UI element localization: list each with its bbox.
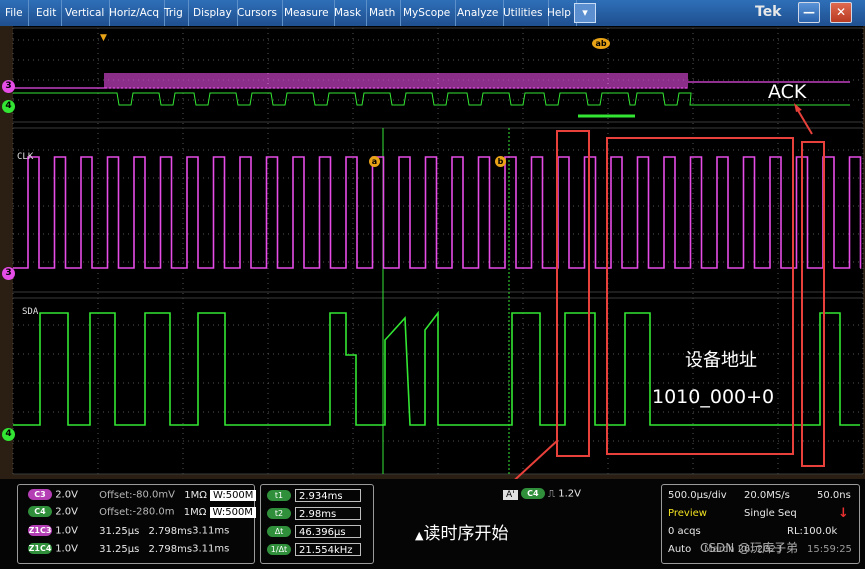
trigger-readout[interactable]: A' C4 ⎍ 1.2V [503, 488, 581, 500]
z1c3-scale: 1.0V [55, 525, 78, 537]
cursor-delta-value: 46.396μs [295, 525, 361, 538]
ack-arrowhead [794, 103, 802, 112]
waveform-area [12, 27, 864, 479]
menu-edit[interactable]: Edit [31, 0, 63, 26]
cursor-delta-label: Δt [267, 526, 291, 537]
ch3-overview-marker[interactable]: 3 [2, 80, 15, 93]
acq-count: 0 acqs [668, 526, 701, 537]
cursor-t1-label: t1 [267, 490, 291, 501]
acq-mode: Preview [668, 508, 707, 519]
menu-cursors[interactable]: Cursors [232, 0, 283, 26]
waveform-traces [13, 73, 862, 426]
ch3-offset-label: Offset: [99, 489, 133, 501]
z1c3-value-2: 2.798ms [148, 525, 193, 537]
sample-rate: 20.0MS/s [744, 490, 790, 501]
ch4-scale: 2.0V [55, 506, 78, 518]
trigger-slope-icon: ⎍ [548, 488, 556, 500]
menu-utilities[interactable]: Utilities [498, 0, 549, 26]
menu-horiz-acq[interactable]: Horiz/Acq [104, 0, 166, 26]
ch4-offset: -280.0m [132, 506, 175, 518]
ch4-bandwidth: W:500M [209, 506, 256, 518]
ch3-overview-trace [13, 73, 850, 89]
cursor-t2-label: t2 [267, 508, 291, 519]
cursor-b-tag[interactable]: b [495, 156, 506, 167]
menu-math[interactable]: Math [364, 0, 402, 26]
z1c4-badge[interactable]: Z1C4 [28, 543, 52, 554]
menu-myscope[interactable]: MyScope [398, 0, 457, 26]
ch3-offset: -80.0mV [132, 489, 176, 501]
menu-file[interactable]: File [0, 0, 29, 26]
z1c4-value-2: 2.798ms [148, 543, 193, 555]
status-arrow-icon: ↓ [838, 506, 849, 521]
z1c4-value-1: 31.25μs [99, 543, 140, 555]
menu-vertical[interactable]: Vertical [60, 0, 111, 26]
menu-analyze[interactable]: Analyze [452, 0, 505, 26]
z1c3-badge[interactable]: Z1C3 [28, 525, 52, 536]
resolution: 50.0ns [817, 490, 851, 501]
trigger-source-badge: C4 [520, 488, 545, 499]
record-length: RL:100.0k [787, 526, 838, 537]
ch3-bandwidth: W:500M [210, 489, 257, 501]
menu-bar: File Edit Vertical Horiz/Acq Trig Displa… [0, 0, 865, 27]
sda-label: SDA [22, 307, 39, 317]
z1c4-scale: 1.0V [55, 543, 78, 555]
channel-settings-panel: C3 2.0V Offset:-80.0mV 1MΩ W:500M C4 2.0… [17, 484, 257, 564]
read-start-annotation: ▲读时序开始 [415, 519, 508, 544]
ch4-offset-label: Offset: [99, 506, 133, 518]
z1c4-value-3: 3.11ms [192, 543, 230, 555]
z1c3-value-3: 3.11ms [192, 525, 230, 537]
trigger-level: 1.2V [558, 488, 581, 500]
z1c3-settings-row[interactable]: Z1C3 1.0V 31.25μs 2.798ms3.11ms [28, 525, 229, 537]
cursor-freq-row[interactable]: 1/Δt 21.554kHz [267, 543, 361, 556]
ch3-badge[interactable]: C3 [28, 489, 52, 500]
cursor-t1-row[interactable]: t1 2.934ms [267, 489, 361, 502]
minimize-button[interactable]: — [798, 2, 820, 23]
ch4-badge[interactable]: C4 [28, 506, 52, 517]
z1c3-value-1: 31.25μs [99, 525, 140, 537]
cursor-ab-tag[interactable]: ab [592, 38, 610, 49]
cursor-a-tag[interactable]: a [369, 156, 380, 167]
cursor-freq-value: 21.554kHz [295, 543, 361, 556]
read-start-arrow [514, 439, 559, 479]
acq-time: 15:59:25 [807, 544, 852, 555]
cursor-delta-row[interactable]: Δt 46.396μs [267, 525, 361, 538]
ch4-impedance: 1MΩ [183, 506, 207, 518]
annotation-boxes [514, 103, 825, 479]
menu-dropdown-icon[interactable]: ▾ [574, 3, 596, 23]
tek-logo: Tek [755, 4, 782, 20]
device-address-annotation: 设备地址 [685, 350, 757, 371]
ch4-zoom-marker[interactable]: 4 [2, 428, 15, 441]
read-start-text: 读时序开始 [423, 524, 509, 544]
cursor-t2-value: 2.98ms [295, 507, 361, 520]
menu-measure[interactable]: Measure [279, 0, 335, 26]
watermark: CSDN @玩库子弟 [700, 541, 799, 555]
run-mode: Single Seq [744, 508, 797, 519]
z1c4-settings-row[interactable]: Z1C4 1.0V 31.25μs 2.798ms3.11ms [28, 543, 229, 555]
ch3-impedance: 1MΩ [184, 489, 207, 501]
status-panel: C3 2.0V Offset:-80.0mV 1MΩ W:500M C4 2.0… [0, 479, 865, 569]
menu-help[interactable]: Help [542, 0, 577, 26]
ch4-settings-row[interactable]: C4 2.0V Offset:-280.0m 1MΩ W:500M [28, 506, 256, 518]
ch3-zoom-marker[interactable]: 3 [2, 267, 15, 280]
timebase: 500.0μs/div [668, 490, 727, 501]
menu-trig[interactable]: Trig [159, 0, 189, 26]
trigger-mode-badge: A' [503, 489, 518, 500]
ack-annotation: ACK [768, 81, 807, 103]
cursor-freq-label: 1/Δt [267, 544, 291, 555]
cursor-t2-row[interactable]: t2 2.98ms [267, 507, 361, 520]
trigger-position-icon: ▼ [100, 33, 107, 43]
address-bits-annotation: 1010_000+0 [652, 386, 775, 408]
menu-display[interactable]: Display [188, 0, 238, 26]
ch3-settings-row[interactable]: C3 2.0V Offset:-80.0mV 1MΩ W:500M [28, 489, 257, 501]
clk-trace [13, 156, 862, 269]
close-button[interactable]: ✕ [830, 2, 852, 23]
ch3-scale: 2.0V [55, 489, 78, 501]
ch4-overview-trace [13, 92, 850, 106]
menu-mask[interactable]: Mask [329, 0, 368, 26]
cursor-readout-panel: t1 2.934ms t2 2.98ms Δt 46.396μs 1/Δt 21.554… [260, 484, 374, 564]
trigger-mode: Auto [668, 544, 692, 555]
cursor-t1-value: 2.934ms [295, 489, 361, 502]
ch4-overview-marker[interactable]: 4 [2, 100, 15, 113]
clk-label: CLK [17, 152, 34, 162]
